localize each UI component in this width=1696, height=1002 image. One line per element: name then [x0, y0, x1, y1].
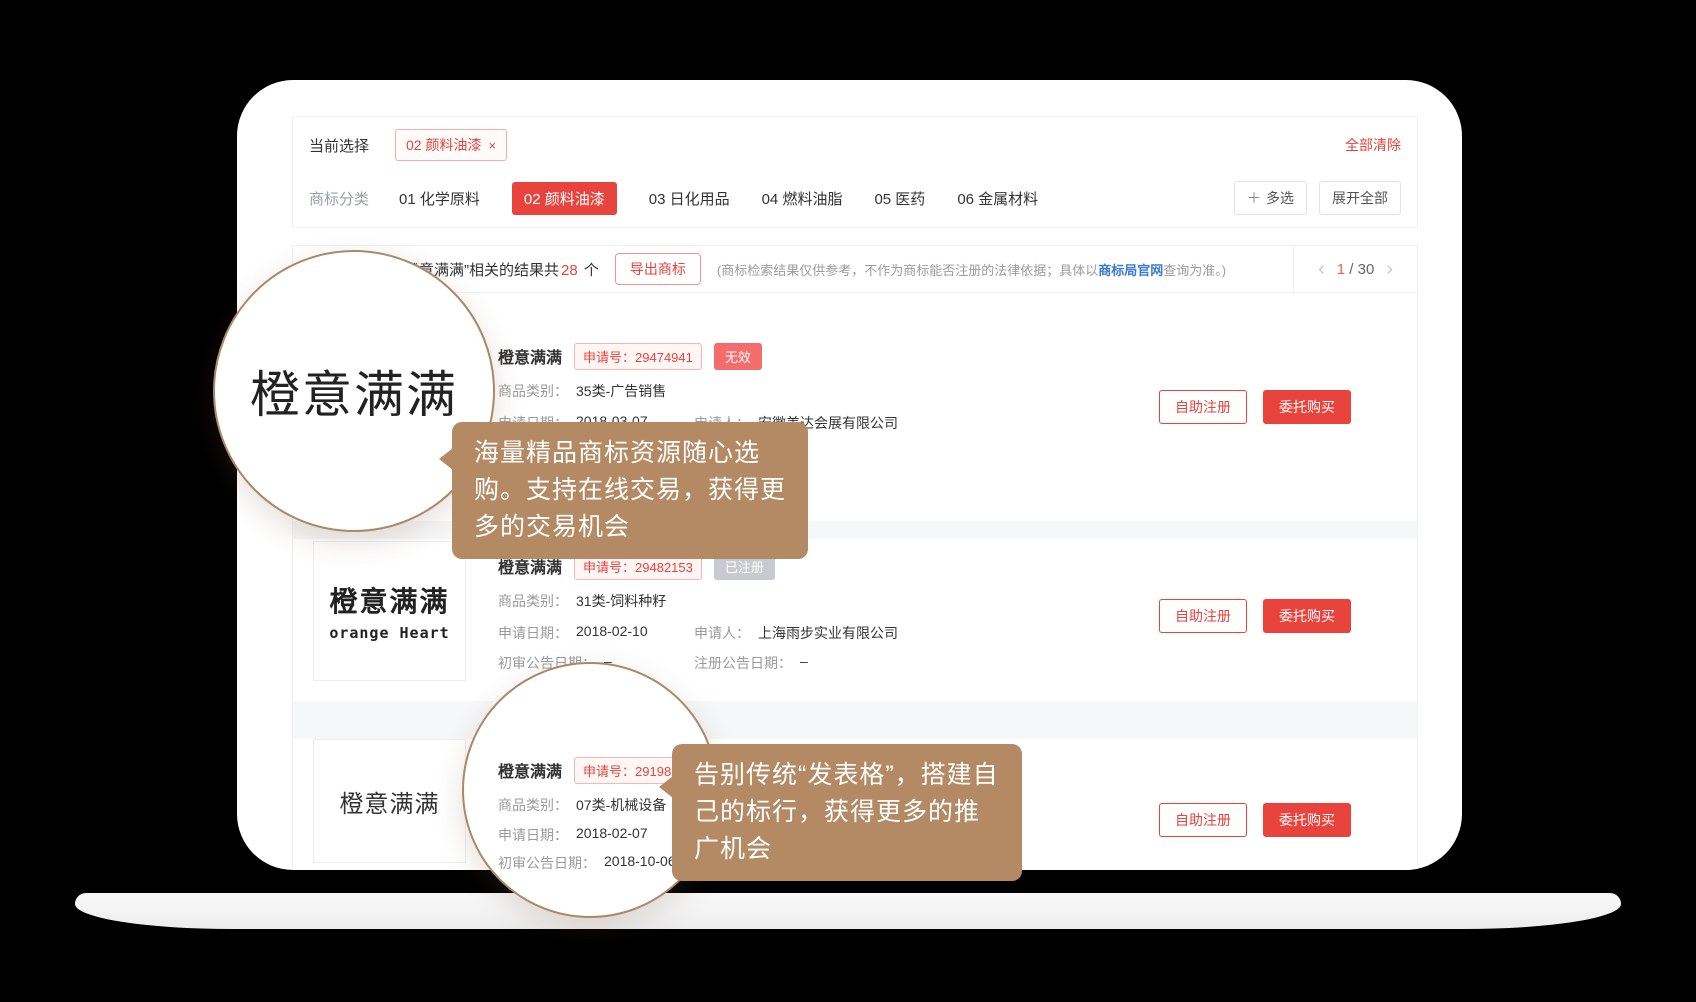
results-header: 已为您检索到“橙意满满”相关的结果共28 个 导出商标 (商标检索结果仅供参考，… [293, 246, 1417, 293]
trademark-office-link[interactable]: 商标局官网 [1098, 263, 1163, 278]
selected-filter-tag-label: 02 颜料油漆 [406, 135, 481, 155]
trademark-image[interactable]: 橙意满满 orange Heart [313, 541, 466, 681]
date-field: 申请日期：2018-02-07 [498, 825, 694, 845]
self-register-button[interactable]: 自助注册 [1159, 599, 1247, 633]
laptop-base-bar [75, 893, 1621, 929]
category-label: 商标分类 [309, 188, 369, 209]
current-page: 1 [1337, 261, 1345, 278]
tab-category-04[interactable]: 04 燃料油脂 [762, 188, 843, 209]
next-page-icon[interactable]: › [1386, 259, 1393, 279]
date-applicant-field: 申请日期：2018-02-10 申请人：上海雨步实业有限公司 [498, 623, 898, 643]
category-field: 商品类别：35类-广告销售 [498, 381, 694, 401]
pagination: ‹ 1 / 30 › [1293, 246, 1417, 292]
close-icon[interactable]: × [488, 138, 496, 153]
total-pages: 30 [1358, 261, 1375, 278]
results-count: 28 [559, 262, 580, 279]
entrust-buy-button[interactable]: 委托购买 [1263, 599, 1351, 633]
tab-category-01[interactable]: 01 化学原料 [399, 188, 480, 209]
trademark-image-text: 橙意满满 [340, 784, 440, 819]
magnified-trademark-text: 橙意满满 [250, 355, 458, 427]
category-row: 商标分类 01 化学原料 02 颜料油漆 03 日化用品 04 燃料油脂 05 … [309, 181, 1401, 215]
entrust-buy-button[interactable]: 委托购买 [1263, 803, 1351, 837]
multi-select-button[interactable]: ＋ 多选 [1234, 181, 1307, 215]
trademark-name[interactable]: 橙意满满 [498, 758, 562, 782]
export-trademarks-button[interactable]: 导出商标 [615, 253, 701, 285]
trademark-image-text: 橙意满满 [329, 580, 449, 620]
marketing-tooltip: 海量精品商标资源随心选购。支持在线交易，获得更多的交易机会 [452, 422, 808, 559]
trademark-image[interactable]: 橙意满满 [313, 739, 466, 863]
clear-all-button[interactable]: 全部清除 [1345, 135, 1401, 155]
row-actions: 自助注册 委托购买 [1159, 390, 1351, 424]
multi-select-label: 多选 [1266, 188, 1294, 208]
trademark-image-subtext: orange Heart [329, 624, 449, 642]
tab-category-02-active[interactable]: 02 颜料油漆 [512, 182, 617, 215]
expand-all-button[interactable]: 展开全部 [1319, 181, 1401, 215]
current-selection-label: 当前选择 [309, 135, 369, 156]
filter-panel: 当前选择 02 颜料油漆 × 全部清除 商标分类 01 化学原料 02 颜料油漆… [292, 116, 1418, 228]
row-actions: 自助注册 委托购买 [1159, 803, 1351, 837]
trademark-name[interactable]: 橙意满满 [498, 344, 562, 368]
status-badge: 无效 [714, 343, 762, 370]
tab-category-03[interactable]: 03 日化用品 [649, 188, 730, 209]
publication-field: 初审公告日期：2018-10-06 [498, 853, 694, 870]
filter-actions: ＋ 多选 展开全部 [1234, 181, 1401, 215]
page: 当前选择 02 颜料油漆 × 全部清除 商标分类 01 化学原料 02 颜料油漆… [0, 0, 1696, 1002]
category-field: 商品类别：07类-机械设备 [498, 795, 694, 815]
tab-category-06[interactable]: 06 金属材料 [957, 188, 1038, 209]
marketing-tooltip: 告别传统“发表格”，搭建自己的标行，获得更多的推广机会 [672, 744, 1022, 881]
table-row: 橙意满满 orange Heart 橙意满满 申请号：29482153 已注册 … [293, 539, 1417, 701]
row-actions: 自助注册 委托购买 [1159, 599, 1351, 633]
results-disclaimer: (商标检索结果仅供参考，不作为商标能否注册的法律依据；具体以商标局官网查询为准。… [717, 260, 1293, 279]
entrust-buy-button[interactable]: 委托购买 [1263, 390, 1351, 424]
prev-page-icon[interactable]: ‹ [1318, 259, 1325, 279]
plus-icon: ＋ [1247, 188, 1261, 208]
current-selection-row: 当前选择 02 颜料油漆 × 全部清除 [309, 129, 1401, 161]
selected-filter-tag[interactable]: 02 颜料油漆 × [395, 129, 507, 161]
application-number-tag: 申请号：29474941 [574, 343, 702, 370]
tab-category-05[interactable]: 05 医药 [874, 188, 925, 209]
category-field: 商品类别：31类-饲料种籽 [498, 591, 694, 611]
self-register-button[interactable]: 自助注册 [1159, 390, 1247, 424]
